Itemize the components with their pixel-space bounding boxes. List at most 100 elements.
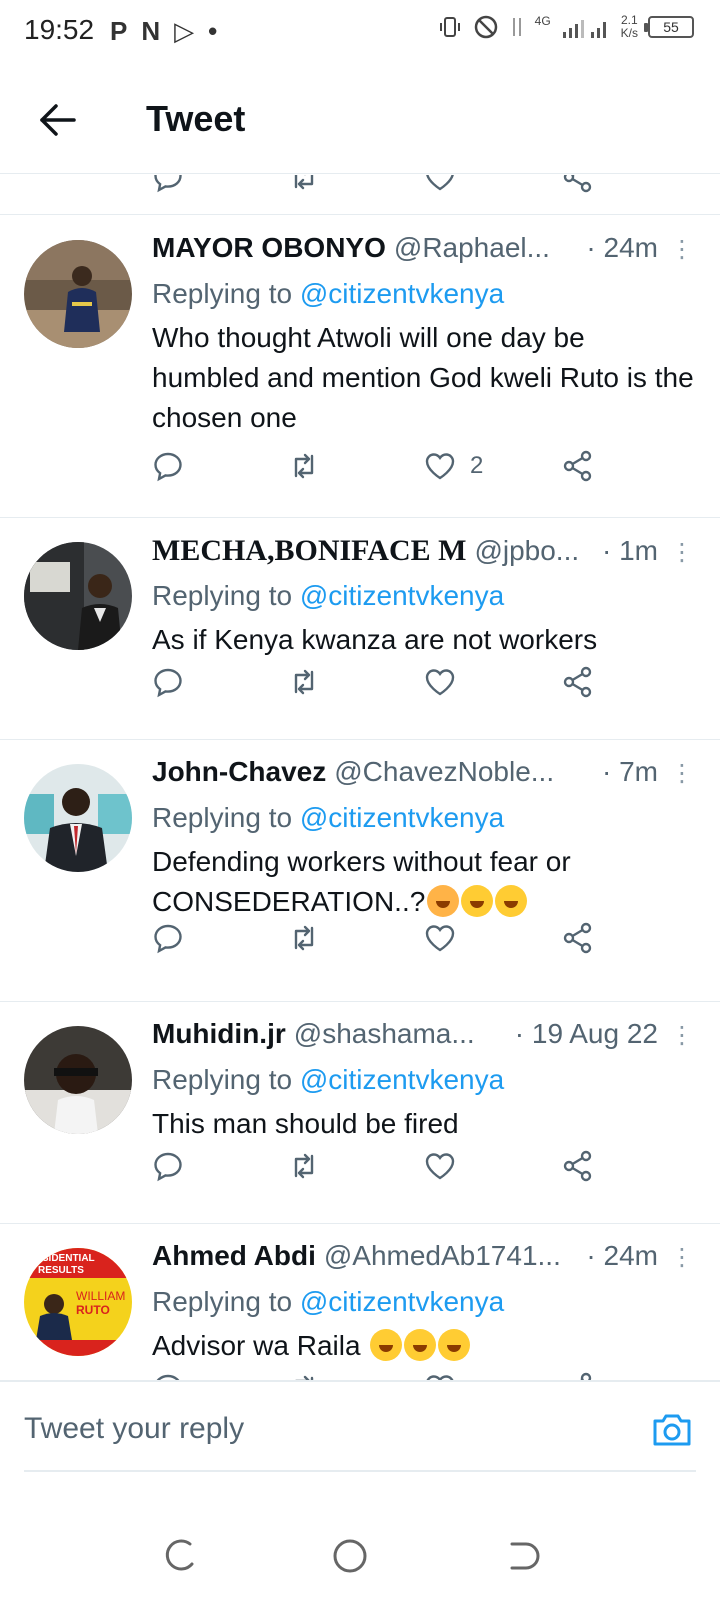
- like-button[interactable]: [424, 916, 470, 960]
- author-handle[interactable]: @Raphael...: [394, 232, 579, 264]
- tweet-meta: Muhidin.jr @shashama... · 19 Aug 22 ⋮: [152, 1018, 696, 1060]
- reply-button[interactable]: [152, 1366, 184, 1380]
- heart-icon: [425, 925, 455, 952]
- tweet-timestamp: · 19 Aug 22: [514, 1018, 658, 1049]
- tweet-timestamp: · 24m: [586, 232, 658, 263]
- network-type: 4G: [534, 14, 551, 28]
- retweet-button[interactable]: [288, 175, 320, 199]
- camera-icon[interactable]: [650, 1408, 694, 1452]
- tweet-content: Ahmed Abdi @AhmedAb1741... · 24m ⋮ Reply…: [152, 1240, 696, 1366]
- reply-button[interactable]: [152, 1144, 184, 1188]
- more-options-icon[interactable]: ⋮: [668, 1021, 696, 1050]
- reply-icon: [156, 1374, 180, 1380]
- reply-button[interactable]: [152, 660, 184, 704]
- p-notification-icon: P: [110, 16, 128, 46]
- avatar[interactable]: [24, 542, 132, 650]
- share-button[interactable]: [562, 444, 594, 488]
- recent-apps-icon[interactable]: [160, 1536, 200, 1576]
- page-title: Tweet: [146, 98, 246, 139]
- reply-icon: [154, 668, 182, 698]
- home-icon[interactable]: [330, 1536, 370, 1576]
- share-icon: [563, 666, 592, 698]
- vibrate-icon: [439, 17, 460, 37]
- mention-link[interactable]: @citizentvkenya: [300, 580, 504, 611]
- author-handle[interactable]: @jpbo...: [474, 535, 594, 567]
- author-name[interactable]: Ahmed Abdi: [152, 1240, 316, 1272]
- share-icon: [563, 1150, 592, 1182]
- reply-button[interactable]: [152, 916, 184, 960]
- mention-link[interactable]: @citizentvkenya: [300, 278, 504, 309]
- network-speed: 2.1 K/s: [620, 13, 638, 40]
- author-name[interactable]: John-Chavez: [152, 756, 326, 788]
- like-button[interactable]: [424, 1366, 470, 1380]
- tweet-actions: [152, 175, 622, 199]
- tweet-reply-input[interactable]: Tweet your reply: [24, 1412, 244, 1446]
- avatar-image: [24, 764, 132, 872]
- tweet-reply[interactable]: RESIDENTIAL RESULTS WILLIAM RUTO Ahmed A…: [0, 1224, 720, 1380]
- avatar[interactable]: [24, 240, 132, 348]
- tweet-meta: Ahmed Abdi @AhmedAb1741... · 24m ⋮: [152, 1240, 696, 1282]
- avatar[interactable]: [24, 764, 132, 872]
- reply-icon: [154, 175, 182, 193]
- share-button[interactable]: [562, 1144, 594, 1188]
- previous-tweet-actions: [0, 175, 720, 215]
- laughing-emoji-icon: [461, 885, 494, 917]
- author-name[interactable]: MAYOR OBONYO: [152, 232, 386, 264]
- avatar[interactable]: [24, 1026, 132, 1134]
- retweet-button[interactable]: [288, 660, 320, 704]
- author-handle[interactable]: @shashama...: [294, 1018, 507, 1050]
- like-button[interactable]: [424, 175, 456, 199]
- more-options-icon[interactable]: ⋮: [668, 235, 696, 264]
- author-name[interactable]: Muhidin.jr: [152, 1018, 286, 1050]
- back-arrow-icon[interactable]: [36, 98, 80, 142]
- author-handle[interactable]: @ChavezNoble...: [334, 756, 594, 788]
- reply-button[interactable]: [152, 444, 184, 488]
- tweet-reply[interactable]: MECHA,BONIFACE M @jpbo... · 1m ⋮ Replyin…: [0, 518, 720, 740]
- avatar[interactable]: RESIDENTIAL RESULTS WILLIAM RUTO: [24, 1248, 132, 1356]
- status-right: 4G 2.1 K/s 55: [437, 14, 694, 40]
- tweet-timestamp: · 7m: [602, 756, 658, 787]
- tweet-content: MECHA,BONIFACE M @jpbo... · 1m ⋮ Replyin…: [152, 534, 696, 660]
- like-button[interactable]: [424, 660, 470, 704]
- replying-to: Replying to @citizentvkenya: [152, 1286, 505, 1317]
- replying-to: Replying to @citizentvkenya: [152, 1064, 505, 1095]
- share-button[interactable]: [562, 175, 594, 199]
- avatar-text: RESIDENTIAL: [28, 1253, 95, 1264]
- n-notification-icon: N: [141, 16, 161, 46]
- do-not-disturb-icon: [474, 15, 497, 39]
- retweet-button[interactable]: [288, 1144, 320, 1188]
- play-notification-icon: ▷: [174, 16, 195, 46]
- share-icon: [563, 175, 592, 193]
- replying-to: Replying to @citizentvkenya: [152, 802, 505, 833]
- mention-link[interactable]: @citizentvkenya: [300, 1064, 504, 1095]
- reply-icon: [154, 452, 182, 482]
- share-button[interactable]: [562, 1366, 594, 1380]
- share-button[interactable]: [562, 660, 594, 704]
- reply-button[interactable]: [152, 175, 184, 199]
- avatar-text: RUTO: [76, 1303, 110, 1317]
- like-button[interactable]: 2: [424, 444, 483, 488]
- tweet-reply[interactable]: John-Chavez @ChavezNoble... · 7m ⋮ Reply…: [0, 740, 720, 1002]
- avatar-image: [24, 542, 132, 650]
- retweet-button[interactable]: [288, 916, 320, 960]
- more-options-icon[interactable]: ⋮: [668, 1243, 696, 1272]
- retweet-button[interactable]: [288, 1366, 320, 1380]
- author-name[interactable]: MECHA,BONIFACE M: [152, 534, 466, 568]
- more-options-icon[interactable]: ⋮: [668, 759, 696, 788]
- share-icon: [580, 1372, 592, 1380]
- tweet-meta: MAYOR OBONYO @Raphael... · 24m ⋮: [152, 232, 696, 274]
- tweet-reply[interactable]: Muhidin.jr @shashama... · 19 Aug 22 ⋮ Re…: [0, 1002, 720, 1224]
- reply-icon: [154, 1152, 182, 1182]
- share-button[interactable]: [562, 916, 594, 960]
- retweet-icon: [294, 1153, 314, 1179]
- like-button[interactable]: [424, 1144, 470, 1188]
- mention-link[interactable]: @citizentvkenya: [300, 802, 504, 833]
- back-nav-icon[interactable]: [504, 1536, 544, 1576]
- author-handle[interactable]: @AhmedAb1741...: [324, 1240, 579, 1272]
- more-options-icon[interactable]: ⋮: [668, 538, 696, 567]
- tweet-reply[interactable]: MAYOR OBONYO @Raphael... · 24m ⋮ Replyin…: [0, 216, 720, 518]
- mention-link[interactable]: @citizentvkenya: [300, 1286, 504, 1317]
- retweet-button[interactable]: [288, 444, 320, 488]
- avatar-text: WILLIAM: [76, 1289, 125, 1303]
- heart-icon: [425, 1153, 455, 1180]
